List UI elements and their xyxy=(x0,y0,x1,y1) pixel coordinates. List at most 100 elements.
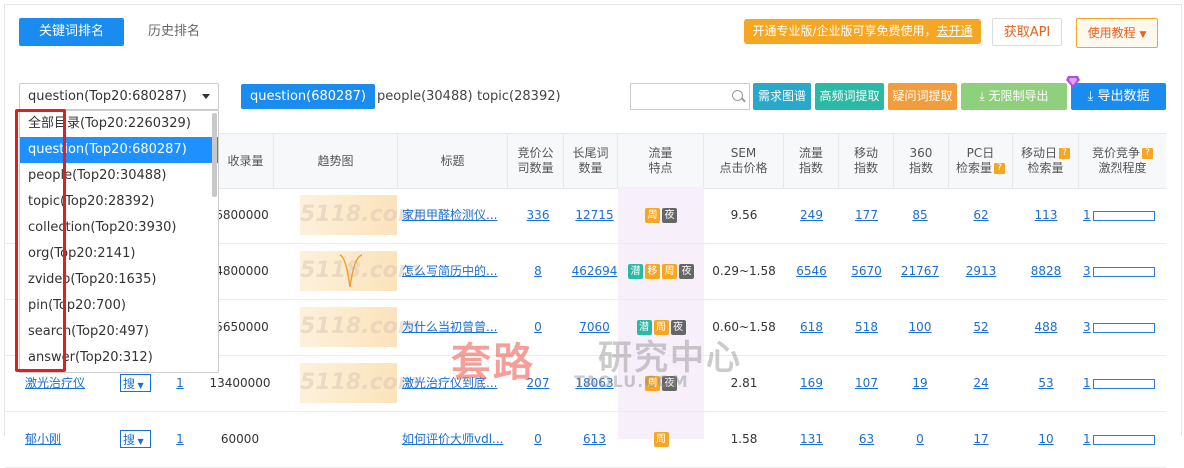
col-competition[interactable]: 竞价竞争? 激烈程度 xyxy=(1079,134,1166,188)
trend-chart[interactable]: 5118.com xyxy=(300,251,421,291)
index-360-link[interactable]: 85 xyxy=(894,187,946,243)
mobile-daily-link[interactable]: 53 xyxy=(1013,355,1079,411)
col-mobile-index[interactable]: 移动 指数 xyxy=(839,134,894,188)
title-link[interactable]: 怎么写简历中的... xyxy=(402,243,507,299)
col-flow-index[interactable]: 流量 指数 xyxy=(784,134,839,188)
table-row: 郁小刚 搜 ▼ 1 60000 如何评价大师vdl... 0 613 周 1.5… xyxy=(5,411,1166,468)
keyword-link[interactable]: 郁小刚 xyxy=(25,411,95,467)
col-indexed[interactable]: 收录量 xyxy=(218,134,274,188)
search-icon[interactable] xyxy=(732,90,743,101)
category-tab-question[interactable]: question(680287) xyxy=(241,84,375,109)
col-mobile-daily-l2: 检索量 xyxy=(1027,161,1064,175)
pc-daily-link[interactable]: 2913 xyxy=(949,243,1013,299)
unlimited-export-button[interactable]: ⤓ 无限制导出 xyxy=(961,83,1067,110)
col-sem[interactable]: SEM 点击价格 xyxy=(704,134,784,188)
title-link[interactable]: 家用甲醛检测仪... xyxy=(402,187,507,243)
pc-daily-link[interactable]: 52 xyxy=(949,299,1013,355)
help-icon[interactable]: ? xyxy=(994,163,1005,174)
traffic-tags: 潜移周夜 xyxy=(618,243,704,299)
bid-count-link[interactable]: 8 xyxy=(518,243,558,299)
col-longtail-l1: 长尾词 xyxy=(572,146,609,160)
col-longtail[interactable]: 长尾词 数量 xyxy=(564,134,618,188)
question-words-button[interactable]: 疑问词提取 xyxy=(888,83,957,110)
flow-index-link[interactable]: 169 xyxy=(784,355,839,411)
index-360-link[interactable]: 21767 xyxy=(894,243,946,299)
promo-link[interactable]: 去开通 xyxy=(937,24,973,38)
search-engine-dropdown[interactable]: 搜 ▼ xyxy=(120,374,151,392)
competition-bar xyxy=(1092,322,1155,333)
flow-index-link[interactable]: 249 xyxy=(784,187,839,243)
trend-watermark: 5118.com xyxy=(300,370,421,395)
mobile-daily-link[interactable]: 113 xyxy=(1013,187,1079,243)
trend-chart[interactable]: 5118.com xyxy=(300,363,421,403)
competition-value[interactable]: 3 xyxy=(1083,320,1091,334)
export-data-button[interactable]: ⤓ 导出数据 xyxy=(1071,83,1166,110)
trend-chart[interactable]: 5118.com xyxy=(300,307,421,347)
pc-daily-link[interactable]: 17 xyxy=(949,411,1013,467)
category-tab-people[interactable]: people(30488) xyxy=(377,84,473,109)
mobile-daily-link[interactable]: 10 xyxy=(1013,411,1079,467)
index-360-link[interactable]: 19 xyxy=(894,355,946,411)
watermark-cn: 套路 xyxy=(451,340,535,386)
pc-daily-link[interactable]: 62 xyxy=(949,187,1013,243)
mobile-daily-link[interactable]: 488 xyxy=(1013,299,1079,355)
longtail-link[interactable]: 12715 xyxy=(567,187,622,243)
col-bid-companies[interactable]: 竞价公 司数量 xyxy=(508,134,564,188)
mobile-index-link[interactable]: 63 xyxy=(839,411,894,467)
col-pc-daily[interactable]: PC日 检索量? xyxy=(949,134,1013,188)
mobile-index-link[interactable]: 5670 xyxy=(839,243,894,299)
col-longtail-l2: 数量 xyxy=(578,161,603,175)
mobile-index-link[interactable]: 177 xyxy=(839,187,894,243)
tab-history-ranking[interactable]: 历史排名 xyxy=(148,18,200,46)
col-competition-l2: 激烈程度 xyxy=(1098,161,1147,175)
longtail-link[interactable]: 613 xyxy=(567,411,622,467)
flow-index-link[interactable]: 6546 xyxy=(784,243,839,299)
index-360-link[interactable]: 0 xyxy=(894,411,946,467)
tab-keyword-ranking[interactable]: 关键词排名 xyxy=(19,18,124,46)
tag-potential: 潜 xyxy=(628,264,643,279)
category-select[interactable]: question(Top20:680287) xyxy=(19,83,219,110)
search-engine-dropdown[interactable]: 搜 ▼ xyxy=(120,430,151,448)
help-icon[interactable]: ? xyxy=(1142,148,1153,159)
dropdown-scrollbar[interactable] xyxy=(212,113,217,197)
competition-value[interactable]: 1 xyxy=(1083,376,1091,390)
help-icon[interactable]: ? xyxy=(1059,148,1070,159)
demand-graph-button[interactable]: 需求图谱 xyxy=(753,83,811,110)
bid-count-link[interactable]: 336 xyxy=(518,187,558,243)
trend-chart[interactable]: 5118.com xyxy=(300,195,421,235)
promo-banner[interactable]: 开通专业版/企业版可享免费使用，去开通 xyxy=(744,19,981,44)
flow-index-link[interactable]: 618 xyxy=(784,299,839,355)
competition-value[interactable]: 1 xyxy=(1083,208,1091,222)
bid-count-link[interactable]: 0 xyxy=(518,411,558,467)
traffic-tags: 周 xyxy=(618,411,704,467)
index-360-link[interactable]: 100 xyxy=(894,299,946,355)
watermark-en: TAOLU.COM xyxy=(574,372,689,391)
flow-index-link[interactable]: 131 xyxy=(784,411,839,467)
col-pc-daily-l1: PC日 xyxy=(966,146,995,160)
traffic-tags: 周夜 xyxy=(618,187,704,243)
col-pc-daily-l2: 检索量 xyxy=(955,161,992,175)
category-tab-topic[interactable]: topic(28392) xyxy=(477,84,561,109)
mobile-index-link[interactable]: 107 xyxy=(839,355,894,411)
col-title: 标题 xyxy=(398,134,508,188)
get-api-button[interactable]: 获取API xyxy=(992,18,1062,46)
col-mobile-index-l2: 指数 xyxy=(853,161,878,175)
tutorial-button[interactable]: 使用教程 ▼ xyxy=(1076,18,1158,48)
rank-link[interactable]: 1 xyxy=(170,411,190,467)
col-mobile-daily[interactable]: 移动日? 检索量 xyxy=(1013,134,1079,188)
competition-bar xyxy=(1092,378,1155,389)
competition-value[interactable]: 3 xyxy=(1083,264,1091,278)
longtail-link[interactable]: 462694 xyxy=(567,243,622,299)
frequent-words-button[interactable]: 高频词提取 xyxy=(815,83,884,110)
col-360-index[interactable]: 360 指数 xyxy=(894,134,949,188)
mobile-daily-link[interactable]: 8828 xyxy=(1013,243,1079,299)
search-input[interactable] xyxy=(630,83,750,110)
col-360-index-l1: 360 xyxy=(909,146,933,160)
mobile-index-link[interactable]: 518 xyxy=(839,299,894,355)
title-link[interactable]: 如何评价大师vdl... xyxy=(402,411,507,467)
search-engine-label: 搜 xyxy=(123,377,136,391)
competition-value[interactable]: 1 xyxy=(1083,432,1091,446)
table-header: 收录量 趋势图 标题 竞价公 司数量 长尾词 数量 流量 特点 SEM 点击价格 流量指… xyxy=(218,133,1166,189)
pc-daily-link[interactable]: 24 xyxy=(949,355,1013,411)
indexed-count: 60000 xyxy=(220,432,260,446)
